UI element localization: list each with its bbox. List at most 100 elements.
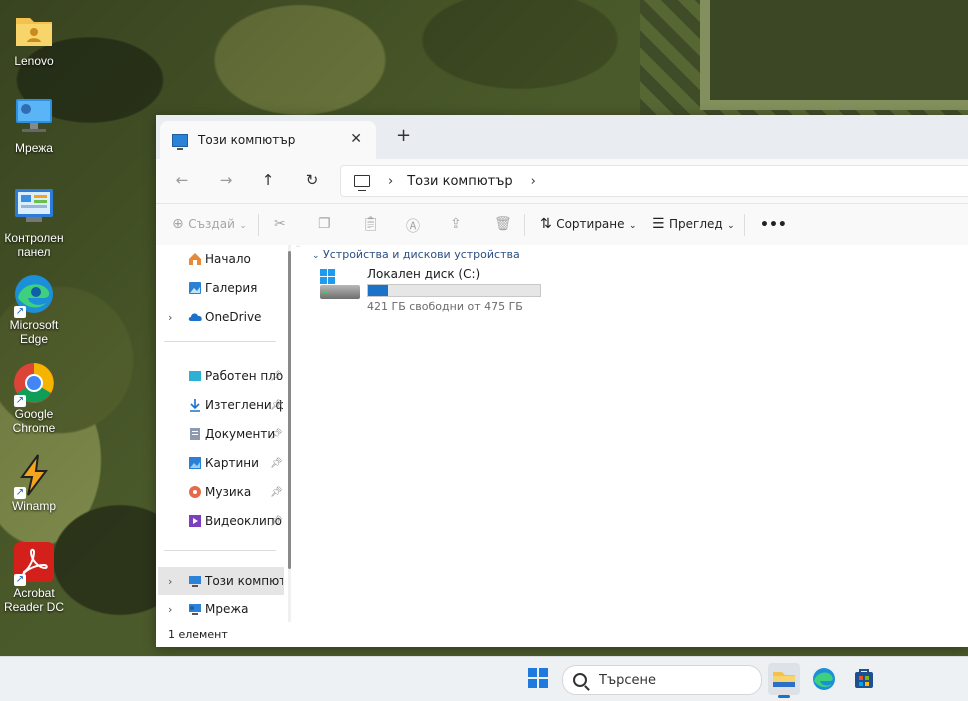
share-icon[interactable]: ⇪ (450, 216, 462, 232)
breadcrumb-this-pc[interactable]: Този компютър (407, 174, 512, 189)
navigation-pane: Начало Галерия › OneDrive Работен плот 📌… (156, 245, 296, 622)
sidebar-item-network[interactable]: › Мрежа (156, 597, 284, 621)
sidebar-item-gallery[interactable]: Галерия (156, 276, 284, 300)
paste-icon[interactable]: 📋︎ (362, 216, 380, 232)
search-placeholder: Търсене (599, 672, 657, 688)
sidebar-item-onedrive[interactable]: › OneDrive (156, 305, 284, 329)
pin-icon: 📌︎ (270, 457, 283, 469)
breadcrumb-separator[interactable]: › (531, 174, 536, 189)
more-options-icon[interactable]: ••• (760, 217, 787, 233)
title-bar: Този компютър ✕ + (156, 115, 968, 159)
pin-icon: 📌︎ (270, 370, 283, 382)
network-icon (12, 95, 56, 139)
sidebar-item-this-pc[interactable]: › Този компютър (158, 567, 284, 595)
pin-icon: 📌︎ (270, 515, 283, 527)
view-button[interactable]: ☰ Преглед ⌄ (652, 216, 735, 232)
toolbar-divider (258, 214, 259, 236)
desktop-icon-lenovo[interactable]: Lenovo (0, 8, 68, 68)
desktop-icon-label: Lenovo (14, 54, 54, 68)
drive-item-c[interactable]: Локален диск (C:) 421 ГБ свободни от 475… (320, 267, 550, 319)
desktop-icon-edge[interactable]: ↗ Microsoft Edge (0, 272, 68, 346)
sidebar-item-documents[interactable]: Документи 📌︎ (156, 422, 284, 446)
sort-button[interactable]: ⇅ Сортиране ⌄ (540, 216, 637, 232)
desktop-icon-network[interactable]: Мрежа (0, 95, 68, 155)
cut-icon[interactable]: ✂ (274, 216, 286, 232)
desktop-icon-label: Microsoft Edge (9, 318, 59, 346)
edge-icon (813, 668, 835, 690)
computer-icon (172, 133, 188, 150)
desktop-icon-control-panel[interactable]: Контролен панел (0, 185, 68, 259)
sidebar-item-videos[interactable]: Видеоклипове 📌︎ (156, 509, 284, 533)
documents-icon (188, 427, 202, 441)
winamp-icon: ↗ (12, 453, 56, 499)
view-label: Преглед (669, 217, 723, 231)
forward-arrow-icon[interactable]: → (216, 171, 236, 189)
new-tab-button[interactable]: + (396, 125, 411, 146)
desktop-icon (188, 369, 202, 383)
windows-logo-icon (320, 269, 336, 285)
desktop-icon-acrobat[interactable]: ↗ Acrobat Reader DC (0, 540, 68, 614)
chevron-right-icon[interactable]: › (168, 575, 172, 588)
desktop-icon-label: Google Chrome (12, 407, 56, 435)
sidebar-item-downloads[interactable]: Изтеглени файлове 📌︎ (156, 393, 284, 417)
sidebar-item-label: OneDrive (205, 310, 262, 324)
gallery-icon (188, 281, 202, 295)
sidebar-item-music[interactable]: Музика 📌︎ (156, 480, 284, 504)
file-explorer-icon (773, 672, 795, 687)
wallpaper-frame (640, 0, 968, 115)
chevron-down-icon: ⌄ (312, 251, 320, 261)
refresh-icon[interactable]: ↻ (302, 171, 322, 189)
scrollbar-thumb[interactable] (288, 251, 291, 569)
sidebar-item-label: Мрежа (205, 602, 249, 616)
copy-icon[interactable]: ❐ (318, 216, 331, 232)
desktop-icon-label: Winamp (11, 499, 56, 513)
onedrive-icon (188, 310, 202, 324)
acrobat-icon: ↗ (12, 540, 56, 586)
shortcut-arrow-icon: ↗ (14, 487, 26, 499)
chevron-right-icon[interactable]: › (168, 311, 172, 324)
sort-label: Сортиране (556, 217, 625, 231)
drive-name: Локален диск (C:) (367, 267, 481, 281)
taskbar-search[interactable]: Търсене (562, 665, 762, 695)
search-icon (573, 673, 587, 687)
sidebar-item-pictures[interactable]: Картини 📌︎ (156, 451, 284, 475)
start-button[interactable] (528, 668, 548, 688)
sidebar-item-label: Този компютър (205, 574, 283, 588)
sidebar-divider (164, 550, 276, 551)
breadcrumb-separator[interactable]: › (388, 174, 393, 189)
taskbar-edge[interactable] (808, 663, 840, 695)
sidebar-scrollbar[interactable] (288, 245, 291, 622)
drive-usage-fill (368, 285, 388, 296)
item-count: 1 елемент (168, 628, 228, 641)
pin-icon: 📌︎ (270, 486, 283, 498)
new-button[interactable]: ⊕ Създай ⌄ (172, 216, 247, 232)
navigation-bar: ← → ↑ ↻ › Този компютър › (156, 159, 968, 204)
sidebar-item-home[interactable]: Начало (156, 247, 284, 271)
sidebar-item-desktop[interactable]: Работен плот 📌︎ (156, 364, 284, 388)
delete-icon[interactable]: 🗑︎ (494, 216, 512, 232)
chevron-down-icon: ⌄ (239, 221, 247, 231)
group-header-devices[interactable]: ⌄ Устройства и дискови устройства (312, 248, 520, 261)
desktop-icon-label: Acrobat Reader DC (3, 586, 65, 614)
back-arrow-icon[interactable]: ← (172, 171, 192, 189)
up-arrow-icon[interactable]: ↑ (258, 171, 278, 189)
new-label: Създай (188, 217, 235, 231)
toolbar-divider (744, 214, 745, 236)
rename-icon[interactable]: Ⓐ (406, 216, 420, 236)
pin-icon: 📌︎ (270, 399, 283, 411)
sort-icon: ⇅ (540, 216, 552, 232)
chevron-right-icon[interactable]: › (168, 603, 172, 616)
chevron-down-icon: ⌄ (727, 221, 735, 231)
close-tab-icon[interactable]: ✕ (350, 131, 362, 147)
folder-user-icon (12, 8, 56, 52)
address-bar[interactable]: › Този компютър › (340, 165, 968, 197)
drive-usage-bar (367, 284, 541, 297)
taskbar-store[interactable] (848, 663, 880, 695)
desktop-icon-winamp[interactable]: ↗ Winamp (0, 453, 68, 513)
control-panel-icon (12, 185, 56, 229)
taskbar-file-explorer[interactable] (768, 663, 800, 698)
tab-this-pc[interactable]: Този компютър ✕ (160, 121, 376, 159)
videos-icon (188, 514, 202, 528)
download-icon (188, 398, 202, 412)
desktop-icon-chrome[interactable]: ↗ Google Chrome (0, 361, 68, 435)
